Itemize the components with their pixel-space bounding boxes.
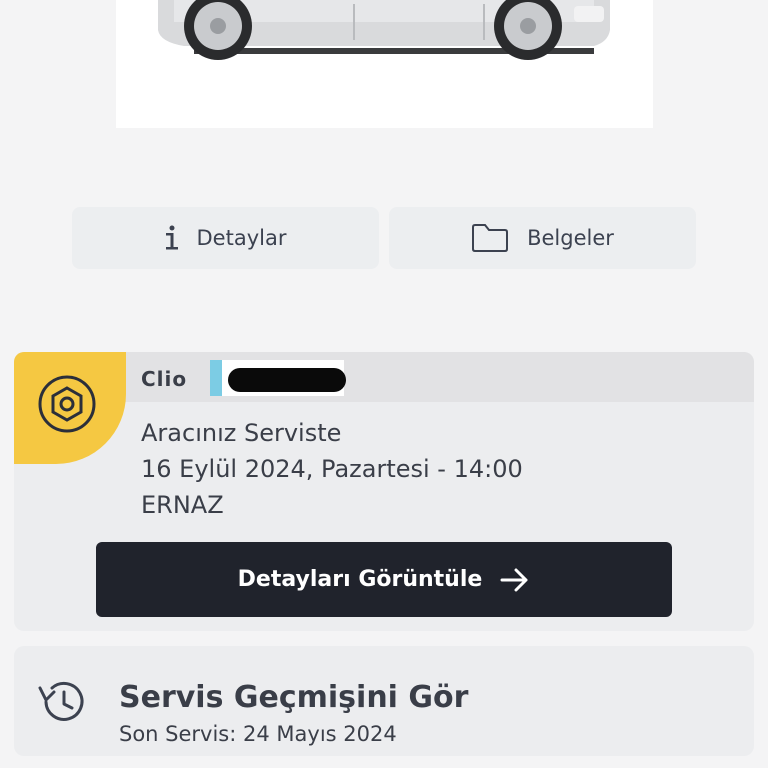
car-model: Clio (141, 367, 188, 391)
documents-button[interactable]: Belgeler (389, 207, 696, 269)
service-date: 16 Eylül 2024, Pazartesi - 14:00 (141, 455, 523, 483)
license-plate (210, 360, 346, 396)
history-title: Servis Geçmişini Gör (119, 680, 469, 715)
service-history-card[interactable]: Servis Geçmişini Gör Son Servis: 24 Mayı… (14, 646, 754, 756)
dealer-name: ERNAZ (141, 491, 224, 519)
plate-redaction (228, 368, 346, 392)
arrow-right-icon (500, 567, 530, 593)
car-image (116, 0, 653, 128)
folder-icon (471, 223, 509, 253)
details-button[interactable]: Detaylar (72, 207, 379, 269)
history-icon (36, 678, 88, 730)
info-icon (165, 224, 179, 252)
documents-label: Belgeler (527, 226, 614, 250)
service-status-card: Clio Aracınız Serviste 16 Eylül 2024, Pa… (14, 352, 754, 631)
last-service-date: Son Servis: 24 Mayıs 2024 (119, 722, 397, 746)
view-details-button[interactable]: Detayları Görüntüle (96, 542, 672, 617)
service-status: Aracınız Serviste (141, 419, 342, 447)
view-details-label: Detayları Görüntüle (237, 567, 483, 592)
gear-icon (36, 373, 98, 439)
details-label: Detaylar (196, 226, 287, 250)
car-illustration (158, 0, 610, 60)
